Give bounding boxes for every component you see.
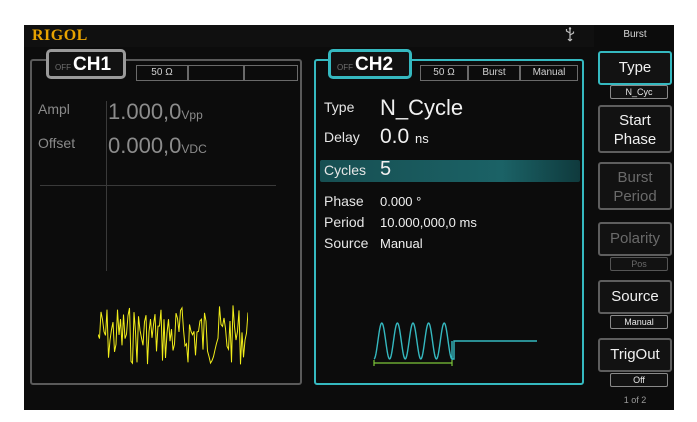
- ch2-burst-trace: [373, 322, 537, 361]
- ch1-divider-horizontal: [40, 185, 276, 186]
- usb-icon: [565, 27, 575, 42]
- type-softkey[interactable]: Type: [598, 51, 672, 85]
- start-phase-softkey[interactable]: Start Phase: [598, 105, 672, 153]
- rigol-logo: RIGOL: [32, 27, 88, 44]
- channel-1-tab[interactable]: OFF CH1: [46, 49, 126, 79]
- ch2-trigger-source: Manual: [520, 65, 578, 81]
- polarity-softkey[interactable]: Polarity: [598, 222, 672, 256]
- channel-1-panel[interactable]: OFF CH1 50 Ω Ampl 1.000,0Vpp Offset 0.00…: [30, 49, 302, 385]
- start-phase-line1: Start: [619, 112, 651, 129]
- ch1-offset-label: Offset: [38, 135, 76, 151]
- source-softkey-label: Source: [611, 288, 659, 305]
- menu-title: Burst: [623, 29, 647, 40]
- ch2-phase-value[interactable]: 0.000 °: [380, 194, 421, 209]
- ch2-cycles-label: Cycles: [324, 162, 367, 178]
- ch1-divider-vertical: [106, 101, 107, 271]
- ch1-label: CH1: [73, 54, 112, 75]
- polarity-softkey-label: Polarity: [609, 230, 661, 247]
- ch2-delay-value[interactable]: 0.0 ns: [380, 125, 429, 149]
- source-softkey-value: Manual: [610, 315, 668, 329]
- ch1-header-cell: [188, 65, 244, 81]
- status-bar: RIGOL: [24, 25, 594, 47]
- ch2-delay-unit: ns: [415, 131, 429, 146]
- polarity-softkey-value: Pos: [610, 257, 668, 271]
- type-softkey-label: Type: [618, 59, 652, 76]
- ch2-cycles-value[interactable]: 5: [380, 158, 391, 181]
- ch1-noise-waveform: [98, 305, 248, 365]
- instrument-screen: RIGOL OFF CH1 50 Ω Ampl 1.000,0Vpp Offse…: [24, 25, 674, 410]
- softkey-menu: Burst Type N_Cyc Start Phase Burst Perio…: [596, 25, 674, 410]
- ch2-mode: Burst: [468, 65, 520, 81]
- ch1-ampl-unit: Vpp: [181, 108, 203, 122]
- ch2-source-value[interactable]: Manual: [380, 236, 423, 251]
- start-phase-line2: Phase: [613, 131, 657, 148]
- trigout-softkey-label: TrigOut: [610, 346, 660, 363]
- channel-2-tab[interactable]: OFF CH2: [328, 49, 412, 79]
- ch1-offset-unit: VDC: [181, 142, 207, 156]
- trigout-softkey[interactable]: TrigOut: [598, 338, 672, 372]
- channel-2-panel[interactable]: OFF CH2 50 Ω Burst Manual Type N_Cycle D…: [314, 49, 584, 385]
- ch2-type-value[interactable]: N_Cycle: [380, 95, 463, 121]
- source-softkey[interactable]: Source: [598, 280, 672, 314]
- ch1-ampl-value[interactable]: 1.000,0Vpp: [108, 99, 203, 125]
- type-softkey-value: N_Cyc: [610, 85, 668, 99]
- ch2-source-label: Source: [324, 235, 369, 251]
- ch2-period-value[interactable]: 10.000,000,0 ms: [380, 215, 477, 230]
- ch2-impedance: 50 Ω: [420, 65, 468, 81]
- ch1-header-cell: [244, 65, 298, 81]
- menu-page-indicator[interactable]: 1 of 2: [596, 395, 674, 405]
- ch1-ampl-label: Ampl: [38, 101, 70, 117]
- ch1-noise-trace: [98, 305, 248, 365]
- burst-period-line1: Burst: [617, 169, 653, 186]
- ch2-burst-waveform: [373, 322, 537, 366]
- burst-period-line2: Period: [613, 188, 657, 205]
- ch2-phase-label: Phase: [324, 193, 364, 209]
- ch2-output-state: OFF: [337, 63, 353, 72]
- ch2-label: CH2: [355, 54, 394, 75]
- burst-period-softkey[interactable]: Burst Period: [598, 162, 672, 210]
- ch2-type-label: Type: [324, 99, 355, 115]
- ch1-impedance: 50 Ω: [136, 65, 188, 81]
- ch1-output-state: OFF: [55, 63, 71, 72]
- ch2-delay-label: Delay: [324, 129, 360, 145]
- trigout-softkey-value: Off: [610, 373, 668, 387]
- ch2-period-label: Period: [324, 214, 365, 230]
- ch1-offset-value[interactable]: 0.000,0VDC: [108, 133, 207, 159]
